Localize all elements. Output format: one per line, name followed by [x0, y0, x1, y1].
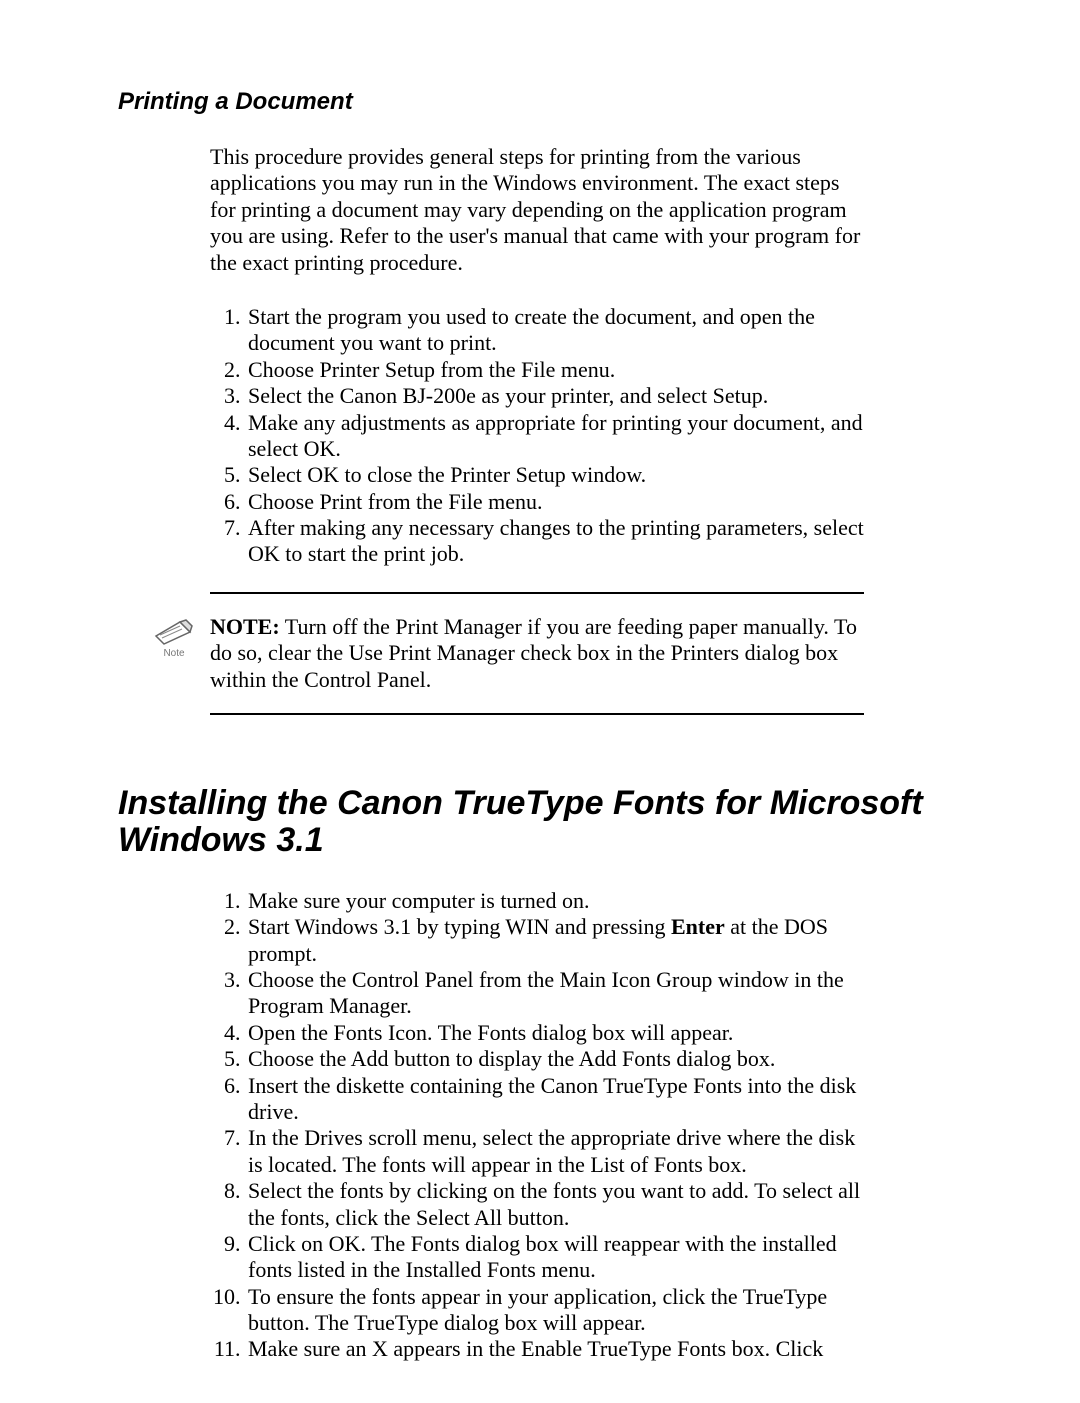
step2-bold: Enter: [671, 914, 725, 939]
list-item: Choose the Control Panel from the Main I…: [246, 967, 864, 1020]
list-item: Make sure an X appears in the Enable Tru…: [246, 1336, 864, 1362]
step2-part-a: Start Windows 3.1 by typing WIN and pres…: [248, 914, 671, 939]
divider: [210, 713, 864, 715]
note-icon-label: Note: [150, 648, 198, 659]
section-heading-fonts: Installing the Canon TrueType Fonts for …: [118, 785, 962, 860]
list-item: Select OK to close the Printer Setup win…: [246, 462, 864, 488]
note-label: NOTE:: [210, 614, 280, 639]
document-page: Printing a Document This procedure provi…: [0, 0, 1080, 1403]
list-item: Click on OK. The Fonts dialog box will r…: [246, 1231, 864, 1284]
note-icon: Note: [150, 614, 198, 659]
note-body: Turn off the Print Manager if you are fe…: [210, 614, 857, 692]
divider: [210, 592, 864, 594]
list-item: Start the program you used to create the…: [246, 304, 864, 357]
section2-steps: Make sure your computer is turned on. St…: [210, 888, 864, 1363]
section1-intro: This procedure provides general steps fo…: [210, 144, 864, 276]
list-item: To ensure the fonts appear in your appli…: [246, 1284, 864, 1337]
list-item: Start Windows 3.1 by typing WIN and pres…: [246, 914, 864, 967]
note-block: Note NOTE: Turn off the Print Manager if…: [118, 614, 962, 693]
list-item: Choose Print from the File menu.: [246, 489, 864, 515]
section2-body: Make sure your computer is turned on. St…: [210, 888, 864, 1363]
list-item: Choose the Add button to display the Add…: [246, 1046, 864, 1072]
section-heading-printing: Printing a Document: [118, 88, 962, 116]
section1-body: This procedure provides general steps fo…: [210, 144, 864, 568]
list-item: After making any necessary changes to th…: [246, 515, 864, 568]
list-item: Choose Printer Setup from the File menu.: [246, 357, 864, 383]
list-item: Open the Fonts Icon. The Fonts dialog bo…: [246, 1020, 864, 1046]
list-item: Make any adjustments as appropriate for …: [246, 410, 864, 463]
list-item: In the Drives scroll menu, select the ap…: [246, 1125, 864, 1178]
list-item: Select the fonts by clicking on the font…: [246, 1178, 864, 1231]
list-item: Make sure your computer is turned on.: [246, 888, 864, 914]
section1-steps: Start the program you used to create the…: [210, 304, 864, 568]
list-item: Insert the diskette containing the Canon…: [246, 1073, 864, 1126]
list-item: Select the Canon BJ-200e as your printer…: [246, 383, 864, 409]
note-text: NOTE: Turn off the Print Manager if you …: [210, 614, 864, 693]
